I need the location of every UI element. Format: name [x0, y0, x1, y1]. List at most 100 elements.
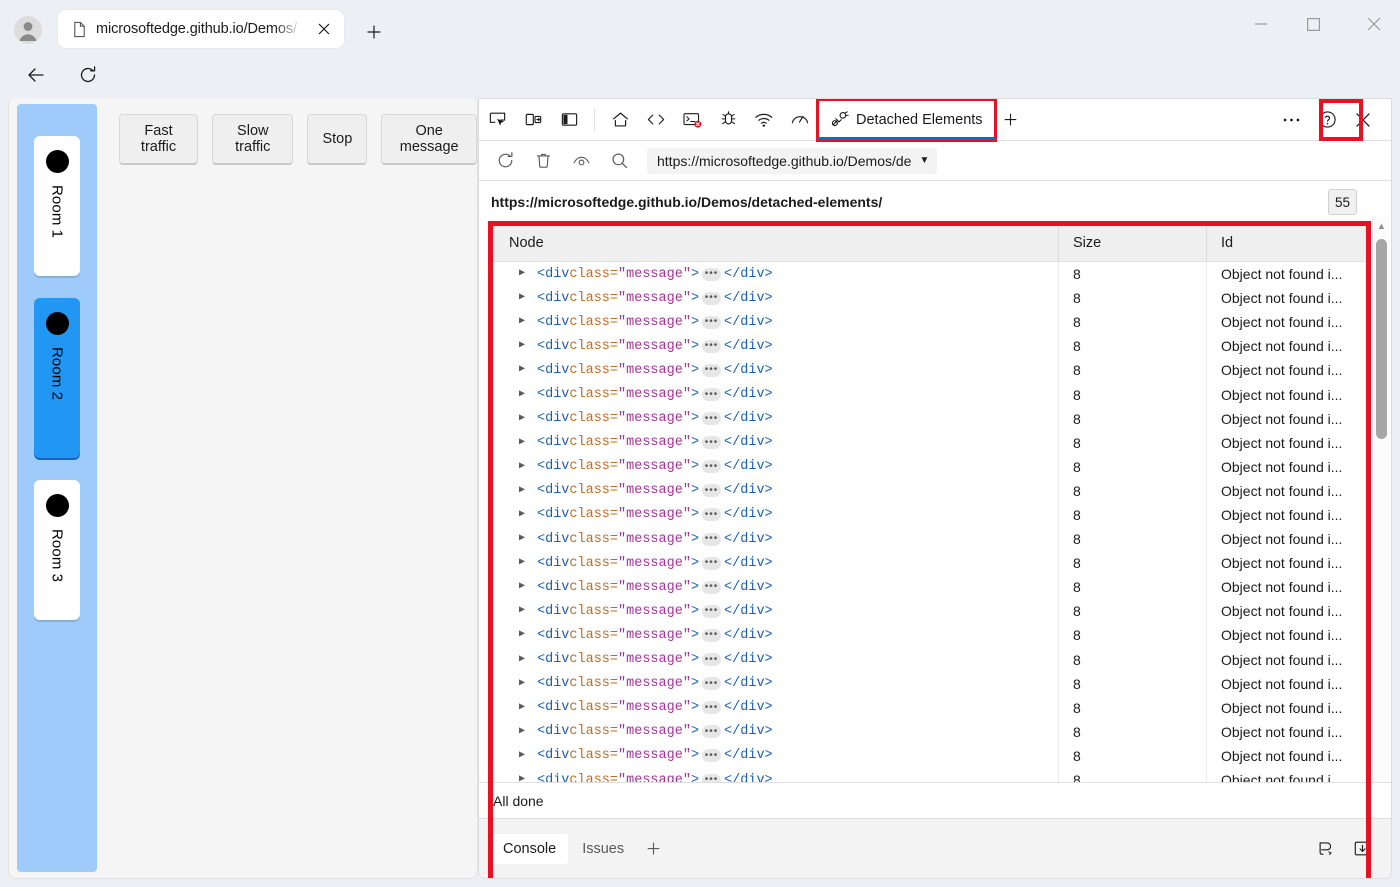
- collapsed-content-icon[interactable]: •••: [702, 725, 722, 739]
- table-row[interactable]: ▶ <div class="message">•••</div> 8 Object n…: [491, 671, 1368, 696]
- dock-side-icon[interactable]: [551, 105, 587, 135]
- drawer-tab-console[interactable]: Console: [491, 833, 569, 864]
- search-icon[interactable]: [601, 146, 637, 176]
- back-arrow-icon[interactable]: [18, 57, 54, 93]
- node-cell[interactable]: ▶ <div class="message">•••</div>: [491, 262, 1059, 287]
- account-avatar-icon[interactable]: [12, 14, 44, 46]
- node-cell[interactable]: ▶ <div class="message">•••</div>: [491, 743, 1059, 768]
- collapsed-content-icon[interactable]: •••: [702, 677, 722, 691]
- devtools-more-icon[interactable]: [1273, 105, 1309, 135]
- close-icon[interactable]: [312, 17, 336, 41]
- expand-triangle-icon[interactable]: ▶: [519, 630, 533, 640]
- node-cell[interactable]: ▶ <div class="message">•••</div>: [491, 647, 1059, 672]
- drawer-tab-issues[interactable]: Issues: [570, 834, 636, 864]
- collapsed-content-icon[interactable]: •••: [702, 701, 722, 715]
- collapsed-content-icon[interactable]: •••: [702, 436, 722, 450]
- node-cell[interactable]: ▶ <div class="message">•••</div>: [491, 334, 1059, 359]
- column-header-size[interactable]: Size: [1059, 224, 1207, 261]
- expand-triangle-icon[interactable]: ▶: [519, 509, 533, 520]
- collapsed-content-icon[interactable]: •••: [702, 508, 722, 522]
- node-cell[interactable]: ▶ <div class="message">•••</div>: [491, 527, 1059, 552]
- target-url-select[interactable]: https://microsoftedge.github.io/Demos/de…: [647, 147, 938, 174]
- add-devtools-tab-button[interactable]: [995, 105, 1027, 135]
- node-cell[interactable]: ▶ <div class="message">•••</div>: [491, 406, 1059, 431]
- node-cell[interactable]: ▶ <div class="message">•••</div>: [491, 286, 1059, 311]
- expand-triangle-icon[interactable]: ▶: [519, 341, 533, 351]
- table-row[interactable]: ▶ <div class="message">•••</div> 8 Object n…: [491, 719, 1368, 744]
- close-drawer-icon[interactable]: [1347, 834, 1377, 864]
- expand-triangle-icon[interactable]: ▶: [519, 654, 533, 665]
- node-cell[interactable]: ▶ <div class="message">•••</div>: [491, 358, 1059, 383]
- table-row[interactable]: ▶ <div class="message">•••</div> 8 Object n…: [491, 430, 1368, 455]
- expand-triangle-icon[interactable]: ▶: [519, 365, 533, 375]
- expand-triangle-icon[interactable]: ▶: [519, 413, 533, 424]
- window-close-button[interactable]: [1349, 0, 1399, 48]
- expand-triangle-icon[interactable]: ▶: [519, 389, 533, 400]
- collapsed-content-icon[interactable]: •••: [702, 604, 722, 618]
- collapsed-content-icon[interactable]: •••: [702, 412, 722, 426]
- expand-triangle-icon[interactable]: ▶: [519, 702, 533, 713]
- delete-trash-icon[interactable]: [525, 146, 561, 176]
- table-row[interactable]: ▶ <div class="message">•••</div> 8 Object n…: [491, 310, 1368, 335]
- window-maximize-button[interactable]: [1288, 0, 1338, 48]
- collapsed-content-icon[interactable]: •••: [702, 653, 722, 667]
- expand-triangle-icon[interactable]: ▶: [519, 750, 533, 761]
- node-cell[interactable]: ▶ <div class="message">•••</div>: [491, 623, 1059, 648]
- collapsed-content-icon[interactable]: •••: [702, 460, 722, 474]
- expand-triangle-icon[interactable]: ▶: [519, 678, 533, 689]
- sidebar-item-room-2[interactable]: Room 2: [34, 298, 80, 458]
- node-cell[interactable]: ▶ <div class="message">•••</div>: [491, 671, 1059, 696]
- table-row[interactable]: ▶ <div class="message">•••</div> 8 Object n…: [491, 358, 1368, 383]
- sidebar-item-room-1[interactable]: Room 1: [34, 136, 80, 276]
- node-cell[interactable]: ▶ <div class="message">•••</div>: [491, 430, 1059, 455]
- scrollbar-thumb[interactable]: [1376, 239, 1387, 439]
- expand-triangle-icon[interactable]: ▶: [519, 606, 533, 616]
- table-row[interactable]: ▶ <div class="message">•••</div> 8 Object n…: [491, 647, 1368, 672]
- expand-triangle-icon[interactable]: ▶: [519, 461, 533, 472]
- table-row[interactable]: ▶ <div class="message">•••</div> 8 Object n…: [491, 575, 1368, 600]
- tab-detached-elements[interactable]: Detached Elements: [816, 99, 997, 142]
- collapsed-content-icon[interactable]: •••: [702, 749, 722, 763]
- column-header-node[interactable]: Node: [491, 224, 1059, 261]
- collapsed-content-icon[interactable]: •••: [702, 532, 722, 546]
- refresh-detached-icon[interactable]: [487, 146, 523, 176]
- table-row[interactable]: ▶ <div class="message">•••</div> 8 Object n…: [491, 406, 1368, 431]
- node-cell[interactable]: ▶ <div class="message">•••</div>: [491, 551, 1059, 576]
- fast-traffic-button[interactable]: Fast traffic: [119, 114, 199, 165]
- expand-triangle-icon[interactable]: ▶: [519, 317, 533, 327]
- expand-triangle-icon[interactable]: ▶: [519, 582, 533, 592]
- table-row[interactable]: ▶ <div class="message">•••</div> 8 Object n…: [491, 454, 1368, 479]
- node-cell[interactable]: ▶ <div class="message">•••</div>: [491, 382, 1059, 407]
- node-cell[interactable]: ▶ <div class="message">•••</div>: [491, 310, 1059, 335]
- table-row[interactable]: ▶ <div class="message">•••</div> 8 Object n…: [491, 743, 1368, 768]
- node-cell[interactable]: ▶ <div class="message">•••</div>: [491, 695, 1059, 720]
- collapsed-content-icon[interactable]: •••: [702, 556, 722, 570]
- collapsed-content-icon[interactable]: •••: [702, 484, 722, 498]
- window-minimize-button[interactable]: [1236, 0, 1286, 48]
- close-devtools-icon[interactable]: [1345, 105, 1381, 135]
- column-header-id[interactable]: Id: [1207, 224, 1368, 261]
- table-row[interactable]: ▶ <div class="message">•••</div> 8 Object n…: [491, 695, 1368, 720]
- new-tab-button[interactable]: [358, 16, 390, 48]
- collapsed-content-icon[interactable]: •••: [702, 339, 722, 353]
- inspect-element-icon[interactable]: [479, 105, 515, 135]
- one-message-button[interactable]: One message: [381, 114, 477, 165]
- table-row[interactable]: ▶ <div class="message">•••</div> 8 Object n…: [491, 527, 1368, 552]
- expand-triangle-icon[interactable]: ▶: [519, 726, 533, 737]
- table-row[interactable]: ▶ <div class="message">•••</div> 8 Object n…: [491, 382, 1368, 407]
- devtools-settings-icon[interactable]: [1309, 834, 1339, 864]
- reload-icon[interactable]: [70, 57, 106, 93]
- node-cell[interactable]: ▶ <div class="message">•••</div>: [491, 502, 1059, 528]
- collapsed-content-icon[interactable]: •••: [702, 580, 722, 594]
- collapsed-content-icon[interactable]: •••: [702, 291, 722, 305]
- detach-eye-icon[interactable]: [563, 146, 599, 176]
- node-cell[interactable]: ▶ <div class="message">•••</div>: [491, 719, 1059, 744]
- table-row[interactable]: ▶ <div class="message">•••</div> 8 Object n…: [491, 551, 1368, 576]
- collapsed-content-icon[interactable]: •••: [702, 315, 722, 329]
- expand-triangle-icon[interactable]: ▶: [519, 534, 533, 544]
- sidebar-item-room-3[interactable]: Room 3: [34, 480, 80, 620]
- table-row[interactable]: ▶ <div class="message">•••</div> 8 Object n…: [491, 262, 1368, 287]
- slow-traffic-button[interactable]: Slow traffic: [212, 114, 294, 165]
- scroll-up-arrow-icon[interactable]: ▲: [1373, 217, 1390, 234]
- stop-button[interactable]: Stop: [307, 114, 368, 165]
